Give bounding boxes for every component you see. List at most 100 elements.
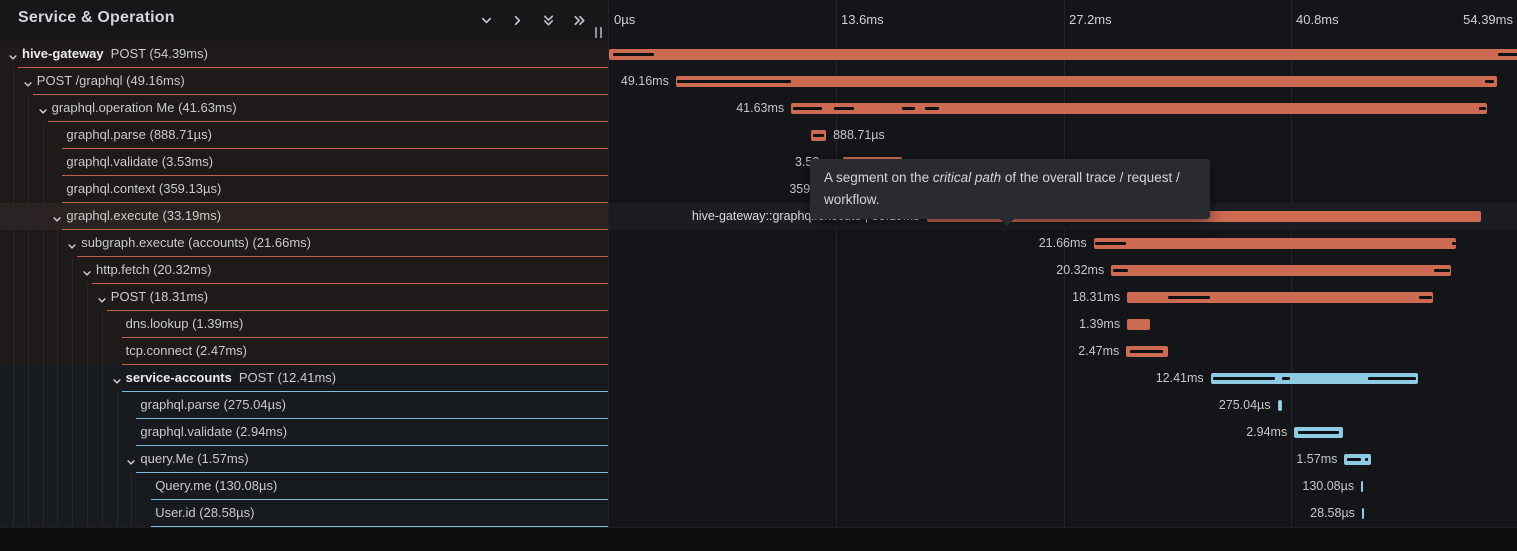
- panel-bottom-border: [0, 527, 1517, 528]
- indent-guide: [131, 473, 132, 527]
- tree-row[interactable]: query.Me (1.57ms): [0, 446, 608, 473]
- timeline-row[interactable]: 2.94ms: [609, 419, 1517, 446]
- timeline-row[interactable]: 49.16ms: [609, 68, 1517, 95]
- child-span-stripe: [1213, 377, 1275, 380]
- tree-row[interactable]: graphql.parse (275.04µs): [0, 392, 608, 419]
- child-span-stripe: [1485, 80, 1494, 83]
- tree-chevron-icon[interactable]: [23, 77, 33, 87]
- timeline-row[interactable]: 28.58µs: [609, 500, 1517, 527]
- span-bar[interactable]: [1362, 508, 1364, 519]
- span-duration-label: 275.04µs: [1219, 392, 1271, 419]
- span-bar[interactable]: [791, 103, 1487, 114]
- child-span-stripe: [834, 107, 853, 110]
- timeline-row[interactable]: 1.39ms: [609, 311, 1517, 338]
- span-bar[interactable]: [1344, 454, 1370, 465]
- span-bar[interactable]: [1127, 292, 1433, 303]
- child-span-stripe: [1368, 377, 1416, 380]
- span-bar[interactable]: [811, 130, 826, 141]
- service-operation-panel: Service & Operation hive-gatewayPOST (54…: [0, 0, 608, 527]
- timeline-row[interactable]: 1.57ms: [609, 446, 1517, 473]
- indent-guide: [43, 122, 44, 527]
- span-bar[interactable]: [1127, 319, 1150, 330]
- span-duration-label: 2.47ms: [1078, 338, 1119, 365]
- double-chevron-down-icon[interactable]: [540, 12, 556, 28]
- tree-chevron-icon[interactable]: [67, 239, 77, 249]
- tree-row[interactable]: graphql.parse (888.71µs): [0, 122, 608, 149]
- timeline-row[interactable]: 2.47ms: [609, 338, 1517, 365]
- span-label: service-accountsPOST (12.41ms): [126, 365, 337, 391]
- span-label: subgraph.execute (accounts) (21.66ms): [81, 230, 311, 256]
- tree-row[interactable]: POST /graphql (49.16ms): [0, 68, 608, 95]
- chevron-down-icon[interactable]: [478, 12, 494, 28]
- tree-chevron-icon[interactable]: [52, 212, 62, 222]
- tree-chevron-icon[interactable]: [38, 104, 48, 114]
- span-duration-label: 41.63ms: [736, 95, 784, 122]
- span-bar[interactable]: [1294, 427, 1343, 438]
- tree-chevron-icon[interactable]: [8, 50, 18, 60]
- timeline-row[interactable]: [609, 41, 1517, 68]
- span-label: graphql.validate (3.53ms): [66, 149, 213, 175]
- tree-row[interactable]: subgraph.execute (accounts) (21.66ms): [0, 230, 608, 257]
- timeline-row[interactable]: 888.71µs: [609, 122, 1517, 149]
- span-duration-label: 20.32ms: [1056, 257, 1104, 284]
- tree-row[interactable]: graphql.context (359.13µs): [0, 176, 608, 203]
- tree-row[interactable]: graphql.operation Me (41.63ms): [0, 95, 608, 122]
- span-bar[interactable]: [1211, 373, 1418, 384]
- span-bar[interactable]: [676, 76, 1498, 87]
- tree-chevron-icon[interactable]: [97, 293, 107, 303]
- span-duration-label: 49.16ms: [621, 68, 669, 95]
- span-bar[interactable]: [1361, 481, 1363, 492]
- axis-tick-label: 54.39ms: [1463, 12, 1513, 27]
- tree-row[interactable]: POST (18.31ms): [0, 284, 608, 311]
- tree-row[interactable]: tcp.connect (2.47ms): [0, 338, 608, 365]
- span-label: query.Me (1.57ms): [140, 446, 248, 472]
- tree-row[interactable]: graphql.validate (3.53ms): [0, 149, 608, 176]
- tree-row[interactable]: http.fetch (20.32ms): [0, 257, 608, 284]
- span-label: Query.me (130.08µs): [155, 473, 277, 499]
- tree-chevron-icon[interactable]: [112, 374, 122, 384]
- timeline-row[interactable]: 18.31ms: [609, 284, 1517, 311]
- service-name: service-accounts: [126, 370, 232, 385]
- tree-row[interactable]: hive-gatewayPOST (54.39ms): [0, 41, 608, 68]
- tree-row[interactable]: Query.me (130.08µs): [0, 473, 608, 500]
- pane-resize-grip[interactable]: [595, 27, 605, 38]
- tree-row[interactable]: service-accountsPOST (12.41ms): [0, 365, 608, 392]
- tree-row[interactable]: User.id (28.58µs): [0, 500, 608, 527]
- tree-chevron-icon[interactable]: [82, 266, 92, 276]
- child-span-stripe: [1113, 269, 1129, 272]
- child-span-stripe: [1498, 53, 1517, 56]
- critical-path-tooltip: A segment on the critical path of the ov…: [810, 159, 1210, 219]
- tree-row[interactable]: graphql.execute (33.19ms): [0, 203, 608, 230]
- child-span-stripe: [1168, 296, 1209, 299]
- timeline-row[interactable]: 130.08µs: [609, 473, 1517, 500]
- span-bar[interactable]: [609, 49, 1517, 60]
- indent-guide: [13, 68, 14, 527]
- double-chevron-right-icon[interactable]: [571, 12, 587, 28]
- axis-tick-label: 27.2ms: [1069, 12, 1112, 27]
- span-duration-label: 1.57ms: [1296, 446, 1337, 473]
- child-span-stripe: [1419, 296, 1432, 299]
- span-label: graphql.context (359.13µs): [66, 176, 221, 202]
- span-bar[interactable]: [1094, 238, 1456, 249]
- child-span-stripe: [1347, 458, 1361, 461]
- timeline-row[interactable]: 20.32ms: [609, 257, 1517, 284]
- span-bar[interactable]: [1126, 346, 1167, 357]
- span-label: POST /graphql (49.16ms): [37, 68, 185, 94]
- tooltip-caret-icon: [1000, 219, 1014, 226]
- child-span-stripe: [1298, 431, 1339, 434]
- tree-chevron-icon[interactable]: [126, 455, 136, 465]
- timeline-row[interactable]: 275.04µs: [609, 392, 1517, 419]
- span-label: tcp.connect (2.47ms): [126, 338, 247, 364]
- span-bar[interactable]: [1278, 400, 1283, 411]
- timeline-row[interactable]: 41.63ms: [609, 95, 1517, 122]
- child-span-stripe: [677, 80, 791, 83]
- tree-row[interactable]: dns.lookup (1.39ms): [0, 311, 608, 338]
- tooltip-line2: workflow.: [824, 192, 880, 207]
- tree-row[interactable]: graphql.validate (2.94ms): [0, 419, 608, 446]
- timeline-row[interactable]: 12.41ms: [609, 365, 1517, 392]
- span-bar[interactable]: [1111, 265, 1451, 276]
- child-span-stripe: [1434, 269, 1450, 272]
- chevron-right-icon[interactable]: [509, 12, 525, 28]
- timeline-row[interactable]: 21.66ms: [609, 230, 1517, 257]
- axis-tick-label: 0µs: [614, 12, 635, 27]
